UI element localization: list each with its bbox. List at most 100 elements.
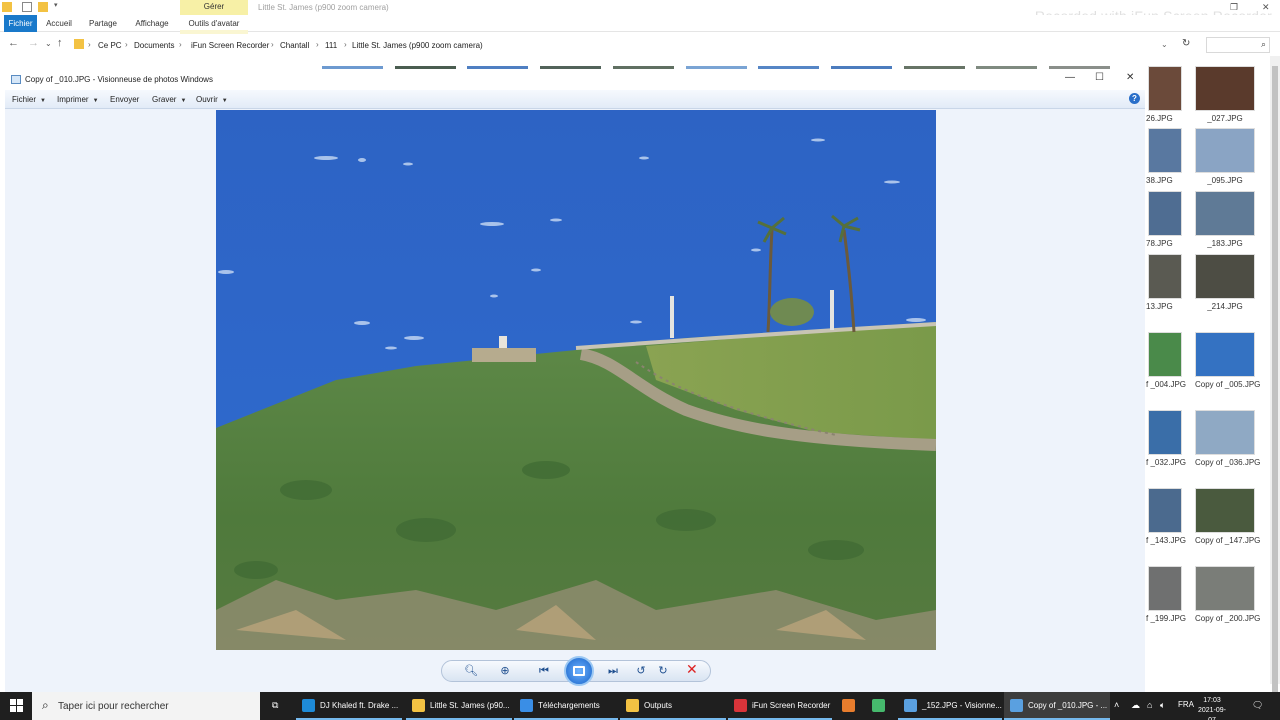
menu-envoyer[interactable]: Envoyer	[110, 95, 139, 104]
thumbnail-label[interactable]: f _143.JPG	[1146, 536, 1186, 545]
thumbnail-label[interactable]: f _032.JPG	[1146, 458, 1186, 467]
photo-viewer-app-icon	[11, 75, 21, 84]
actual-size-icon[interactable]: ⊕	[495, 663, 515, 679]
network-icon[interactable]: ⌂	[1147, 700, 1152, 710]
scrollbar-thumb[interactable]	[1272, 66, 1278, 696]
thumbnail-label[interactable]: f _004.JPG	[1146, 380, 1186, 389]
thumbnail-label[interactable]: _183.JPG	[1195, 239, 1255, 248]
thumbnail-label[interactable]: 26.JPG	[1146, 114, 1173, 123]
address-bar[interactable]: › Ce PC › Documents › iFun Screen Record…	[70, 36, 1177, 54]
breadcrumb-item[interactable]: iFun Screen Recorder	[191, 41, 269, 50]
thumbnail-label[interactable]: Copy of _036.JPG	[1195, 458, 1260, 467]
recent-dropdown-icon[interactable]: ⌄	[45, 39, 52, 48]
tab-outils-avatar[interactable]: Outils d'avatar	[182, 15, 246, 32]
breadcrumb-item[interactable]: 111	[325, 41, 337, 50]
thumbnail-image[interactable]	[1148, 191, 1182, 236]
taskbar-search-input[interactable]: ⌕ Taper ici pour rechercher	[32, 692, 260, 720]
help-icon[interactable]: ?	[1129, 93, 1140, 104]
show-hidden-icons-icon[interactable]: ˄	[1114, 700, 1119, 710]
thumbnail-label[interactable]: f _199.JPG	[1146, 614, 1186, 623]
thumbnail-image[interactable]	[1195, 410, 1255, 455]
tab-partage[interactable]: Partage	[86, 15, 120, 32]
taskbar-app-button[interactable]: Copy of _010.JPG - ...	[1004, 692, 1110, 720]
menu-graver[interactable]: Graver ▼	[152, 95, 186, 104]
thumbnail-label[interactable]: Copy of _005.JPG	[1195, 380, 1260, 389]
properties-icon[interactable]	[22, 2, 32, 12]
previous-icon[interactable]: ⏮	[529, 663, 559, 679]
taskbar-app-button[interactable]	[866, 692, 894, 720]
volume-icon[interactable]: 🔈︎	[1160, 700, 1165, 711]
address-dropdown-icon[interactable]: ⌄	[1161, 40, 1168, 49]
menu-imprimer[interactable]: Imprimer ▼	[57, 95, 99, 104]
thumbnail-image[interactable]	[1148, 332, 1182, 377]
minimize-icon[interactable]: —	[1065, 72, 1075, 83]
thumbnail-image[interactable]	[1195, 254, 1255, 299]
thumb-strip-item	[395, 66, 456, 69]
refresh-icon[interactable]: ↻	[1182, 38, 1190, 49]
thumb-strip-item	[686, 66, 747, 69]
tab-affichage[interactable]: Affichage	[131, 15, 173, 32]
next-icon[interactable]: ⏭	[598, 663, 628, 679]
folder-icon[interactable]	[2, 2, 12, 12]
thumbnail-label[interactable]: 78.JPG	[1146, 239, 1173, 248]
taskbar-app-label: Copy of _010.JPG - ...	[1028, 701, 1108, 710]
windows-start-icon[interactable]	[10, 699, 23, 712]
thumbnail-label[interactable]: _214.JPG	[1195, 302, 1255, 311]
up-icon[interactable]: ↑	[57, 37, 63, 49]
menu-ouvrir[interactable]: Ouvrir ▼	[196, 95, 228, 104]
rotate-right-icon[interactable]: ↻	[655, 663, 671, 679]
thumbnail-image[interactable]	[1195, 128, 1255, 173]
thumbnail-image[interactable]	[1195, 332, 1255, 377]
delete-icon[interactable]: ✕	[686, 661, 698, 678]
thumbnail-image[interactable]	[1148, 128, 1182, 173]
taskbar-app-button[interactable]: _152.JPG - Visionne...	[898, 692, 1002, 720]
thumbnail-label[interactable]: _095.JPG	[1195, 176, 1255, 185]
back-icon[interactable]: ←	[8, 37, 19, 49]
chevron-right-icon: ›	[125, 40, 128, 49]
tab-accueil[interactable]: Accueil	[42, 15, 76, 32]
notifications-icon[interactable]: 🗨︎	[1252, 700, 1263, 711]
thumbnail-image[interactable]	[1195, 66, 1255, 111]
context-tab-header: Gérer	[180, 0, 248, 15]
thumbnail-image[interactable]	[1195, 191, 1255, 236]
thumbnail-label[interactable]: _027.JPG	[1195, 114, 1255, 123]
breadcrumb-item[interactable]: Chantall	[280, 41, 309, 50]
breadcrumb-item[interactable]: Little St. James (p900 zoom camera)	[352, 41, 483, 50]
breadcrumb-item[interactable]: Ce PC	[98, 41, 122, 50]
zoom-icon[interactable]: 🔍︎	[460, 663, 482, 679]
onedrive-icon[interactable]: ☁	[1131, 700, 1140, 711]
thumbnail-image[interactable]	[1195, 488, 1255, 533]
rotate-left-icon[interactable]: ↺	[633, 663, 649, 679]
taskbar-app-button[interactable]: iFun Screen Recorder	[728, 692, 832, 720]
taskbar-app-button[interactable]	[836, 692, 864, 720]
thumbnail-image[interactable]	[1148, 66, 1182, 111]
thumbnail-label[interactable]: Copy of _200.JPG	[1195, 614, 1260, 623]
thumbnail-label[interactable]: 38.JPG	[1146, 176, 1173, 185]
new-folder-icon[interactable]	[38, 2, 48, 12]
viewer-toolbar: 🔍︎ ⊕ ⏮ ⏭ ↺ ↻ ✕	[5, 650, 1145, 692]
maximize-icon[interactable]: ☐	[1095, 72, 1104, 83]
slideshow-button[interactable]	[564, 656, 594, 686]
forward-icon[interactable]: →	[28, 37, 39, 49]
thumbnail-image[interactable]	[1148, 254, 1182, 299]
dropdown-icon[interactable]: ▾	[54, 1, 64, 11]
explorer-search-input[interactable]: ⌕	[1206, 37, 1270, 53]
clock[interactable]: 17:03 2021-09-07	[1196, 696, 1228, 720]
taskbar-app-button[interactable]: Téléchargements	[514, 692, 618, 720]
explorer-scrollbar[interactable]	[1270, 56, 1280, 696]
thumbnail-label[interactable]: 13.JPG	[1146, 302, 1173, 311]
breadcrumb-item[interactable]: Documents	[134, 41, 174, 50]
thumbnail-image[interactable]	[1148, 488, 1182, 533]
language-indicator[interactable]: FRA	[1178, 700, 1194, 709]
thumbnail-label[interactable]: Copy of _147.JPG	[1195, 536, 1260, 545]
taskbar-app-button[interactable]: Outputs	[620, 692, 726, 720]
thumbnail-image[interactable]	[1195, 566, 1255, 611]
task-view-icon[interactable]: ⧉	[272, 700, 278, 711]
tab-fichier[interactable]: Fichier	[4, 15, 37, 32]
taskbar-app-button[interactable]: Little St. James (p90...	[406, 692, 512, 720]
taskbar-app-button[interactable]: DJ Khaled ft. Drake ...	[296, 692, 402, 720]
menu-fichier[interactable]: Fichier ▼	[12, 95, 46, 104]
thumbnail-image[interactable]	[1148, 410, 1182, 455]
thumbnail-image[interactable]	[1148, 566, 1182, 611]
close-icon[interactable]: ✕	[1126, 72, 1134, 83]
